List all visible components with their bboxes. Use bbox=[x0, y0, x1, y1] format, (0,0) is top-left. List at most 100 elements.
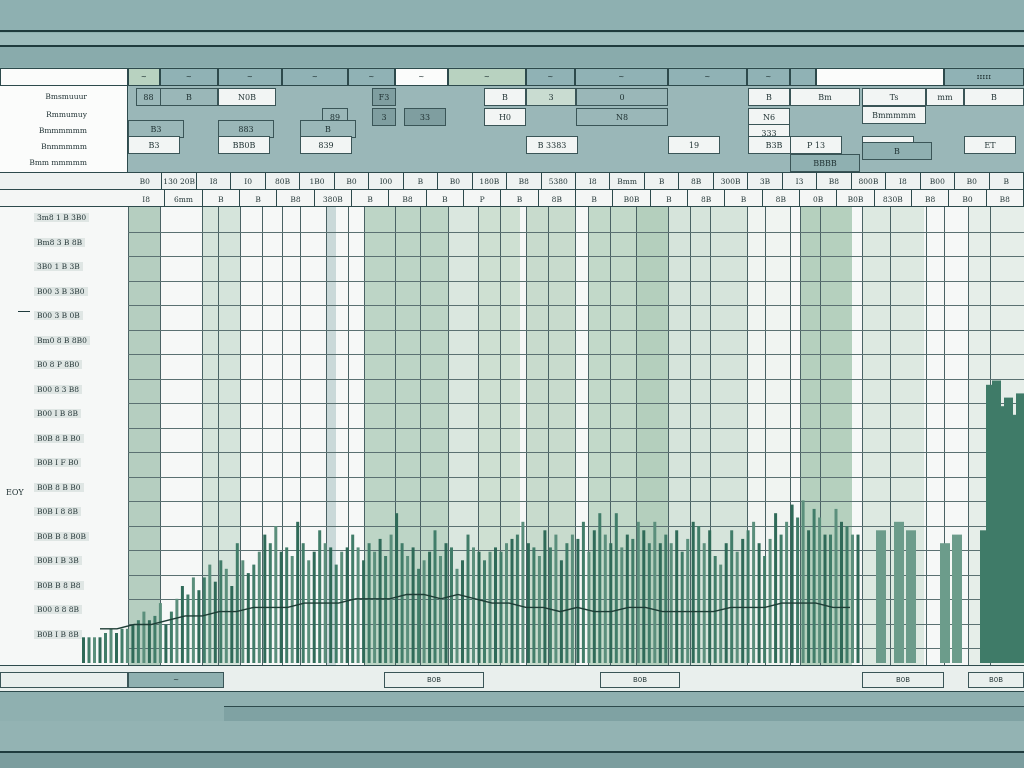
info-cell[interactable]: N8 bbox=[576, 108, 668, 126]
info-cell[interactable]: Bmmmmm bbox=[862, 106, 926, 124]
info-cell[interactable]: 19 bbox=[668, 136, 720, 154]
header-cell[interactable]: I0 bbox=[231, 172, 266, 190]
column-header[interactable]: ~ bbox=[348, 68, 395, 86]
header-cell[interactable]: I8 bbox=[886, 172, 921, 190]
subheader-cell[interactable]: B8 bbox=[389, 190, 427, 208]
info-cell[interactable]: ET bbox=[964, 136, 1016, 154]
info-cell[interactable]: 3 bbox=[372, 108, 396, 126]
footer-cell[interactable]: B0B bbox=[862, 672, 944, 688]
subheader-cell[interactable]: B bbox=[427, 190, 464, 208]
column-header[interactable]: ~ bbox=[575, 68, 668, 86]
header-cell[interactable]: 8B bbox=[679, 172, 714, 190]
subheader-cell[interactable]: B8 bbox=[987, 190, 1024, 208]
header-cell[interactable]: 180B bbox=[473, 172, 508, 190]
header-cell[interactable]: 80B bbox=[266, 172, 301, 190]
subheader-cell[interactable]: B bbox=[576, 190, 614, 208]
subheader-cell[interactable]: 8B bbox=[763, 190, 800, 208]
header-cell[interactable]: B bbox=[645, 172, 680, 190]
info-cell[interactable]: 839 bbox=[300, 136, 352, 154]
info-cell[interactable]: mm bbox=[926, 88, 964, 106]
subheader-cell[interactable]: B8 bbox=[277, 190, 315, 208]
info-cell[interactable]: B bbox=[862, 142, 932, 160]
info-cell[interactable]: P 13 bbox=[790, 136, 842, 154]
subheader-cell[interactable]: B bbox=[203, 190, 240, 208]
info-cell[interactable]: BBBB bbox=[790, 154, 860, 172]
info-cell[interactable]: B bbox=[748, 88, 790, 106]
info-cell[interactable]: 33 bbox=[404, 108, 446, 126]
header-cell[interactable]: B bbox=[404, 172, 439, 190]
header-cell[interactable]: B0 bbox=[128, 172, 163, 190]
bar bbox=[598, 513, 602, 663]
column-header[interactable]: ~ bbox=[160, 68, 218, 86]
header-cell[interactable]: B8 bbox=[507, 172, 542, 190]
header-cell[interactable]: B8 bbox=[817, 172, 852, 190]
header-cell[interactable]: 1B0 bbox=[300, 172, 335, 190]
subheader-cell[interactable]: 8B bbox=[539, 190, 576, 208]
header-cell[interactable]: B0 bbox=[955, 172, 990, 190]
header-cell[interactable]: 300B bbox=[714, 172, 749, 190]
bar bbox=[274, 526, 278, 663]
info-cell[interactable]: B 3383 bbox=[526, 136, 578, 154]
info-cell[interactable]: N0B bbox=[218, 88, 276, 106]
header-cell[interactable]: 800B bbox=[852, 172, 887, 190]
column-header[interactable]: ~ bbox=[668, 68, 747, 86]
header-cell[interactable]: Bmm bbox=[610, 172, 645, 190]
subheader-cell[interactable]: 0B bbox=[800, 190, 838, 208]
subheader-cell[interactable]: B bbox=[651, 190, 688, 208]
info-cell[interactable]: B bbox=[964, 88, 1024, 106]
info-cell[interactable]: 0 bbox=[576, 88, 668, 106]
header-cell[interactable]: B bbox=[990, 172, 1024, 190]
header-cell[interactable]: I00 bbox=[369, 172, 404, 190]
subheader-cell[interactable]: 830B bbox=[875, 190, 912, 208]
footer-cell[interactable]: B0B bbox=[968, 672, 1024, 688]
subheader-cell[interactable]: B0B bbox=[613, 190, 651, 208]
column-header[interactable] bbox=[0, 68, 128, 86]
subheader-cell[interactable]: I8 bbox=[128, 190, 166, 208]
header-cell[interactable]: B0 bbox=[438, 172, 473, 190]
column-header[interactable] bbox=[790, 68, 816, 86]
subheader-cell[interactable]: B0 bbox=[949, 190, 987, 208]
column-header[interactable]: ~ bbox=[747, 68, 790, 86]
column-header[interactable]: ɪɪɪɪɪ bbox=[944, 68, 1024, 86]
column-header[interactable]: ~ bbox=[128, 68, 160, 86]
column-header[interactable]: ~ bbox=[282, 68, 348, 86]
subheader-cell[interactable]: P bbox=[464, 190, 502, 208]
header-cell[interactable]: B00 bbox=[921, 172, 956, 190]
footer-cell[interactable]: B0B bbox=[384, 672, 484, 688]
info-cell[interactable]: Ts bbox=[862, 88, 926, 106]
column-header[interactable]: ~ bbox=[395, 68, 448, 86]
footer-cell[interactable]: ~ bbox=[128, 672, 224, 688]
column-header[interactable]: ~ bbox=[526, 68, 575, 86]
info-cell[interactable]: 3 bbox=[526, 88, 576, 106]
header-cell[interactable]: 5380 bbox=[542, 172, 576, 190]
header-cell[interactable]: I8 bbox=[576, 172, 611, 190]
info-cell[interactable]: B bbox=[484, 88, 526, 106]
subheader-cell[interactable]: 380B bbox=[315, 190, 352, 208]
header-cell[interactable]: 130 20B bbox=[162, 172, 197, 190]
subheader-cell[interactable]: B bbox=[352, 190, 390, 208]
info-cell[interactable]: H0 bbox=[484, 108, 526, 126]
spreadsheet-grid[interactable]: 3m8 1 B 3B0 Bm8 3 B 8B 3B0 1 B 3B B00 3 B 3… bbox=[0, 207, 1024, 665]
column-header[interactable]: ~ bbox=[218, 68, 282, 86]
info-cell[interactable]: 88 bbox=[136, 88, 161, 106]
info-cell[interactable]: Bm bbox=[790, 88, 860, 106]
info-cell[interactable]: F3 bbox=[372, 88, 396, 106]
footer-cell[interactable]: B0B bbox=[600, 672, 680, 688]
header-cell[interactable]: I3 bbox=[783, 172, 818, 190]
header-cell[interactable]: B0 bbox=[335, 172, 370, 190]
header-cell[interactable]: 3B bbox=[748, 172, 783, 190]
subheader-cell[interactable]: 8B bbox=[688, 190, 726, 208]
info-cell[interactable]: B bbox=[160, 88, 218, 106]
info-cell[interactable]: B3 bbox=[128, 136, 180, 154]
column-header[interactable] bbox=[816, 68, 944, 86]
subheader-cell[interactable]: B bbox=[501, 190, 539, 208]
subheader-cell[interactable]: B0B bbox=[837, 190, 875, 208]
subheader-cell[interactable]: B8 bbox=[912, 190, 950, 208]
header-cell[interactable]: I8 bbox=[197, 172, 232, 190]
subheader-cell[interactable]: B bbox=[725, 190, 763, 208]
subheader-cell[interactable]: 6mm bbox=[165, 190, 203, 208]
column-header[interactable]: ~ bbox=[448, 68, 526, 86]
info-cell[interactable]: BB0B bbox=[218, 136, 270, 154]
subheader-cell[interactable]: B bbox=[240, 190, 278, 208]
footer-cell[interactable] bbox=[0, 672, 128, 688]
